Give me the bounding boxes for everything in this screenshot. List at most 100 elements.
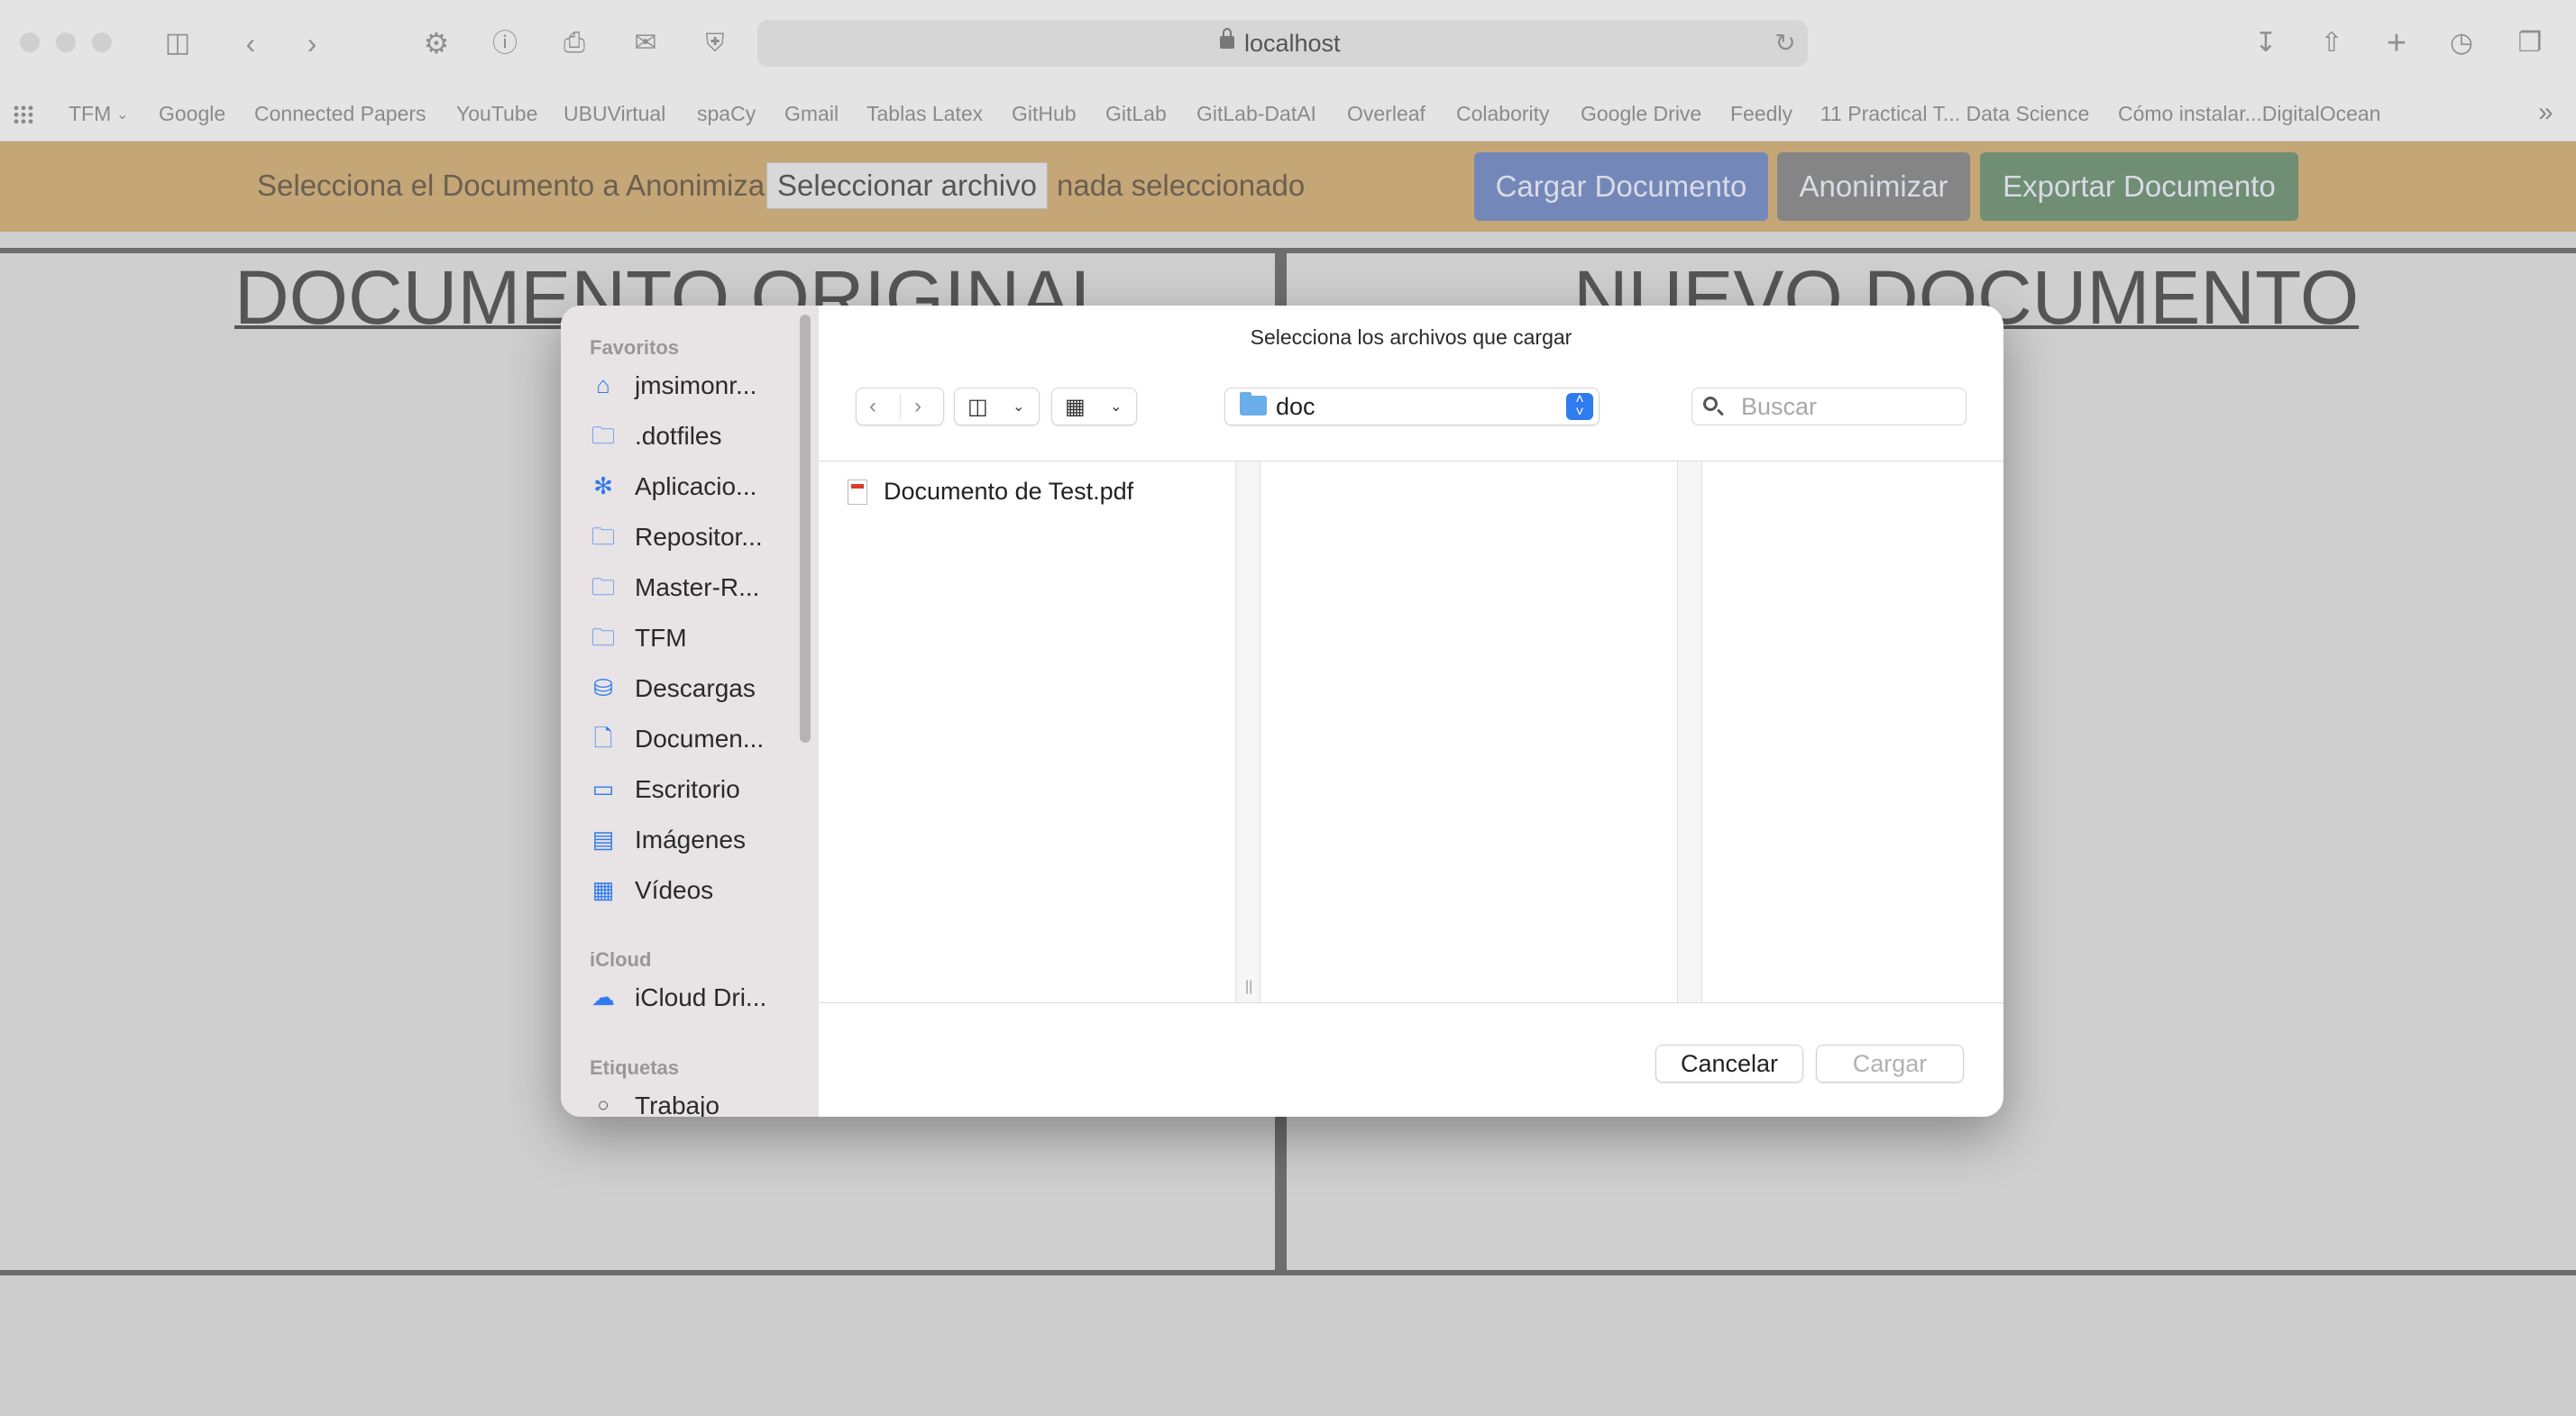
sidebar-item-label: Escritorio xyxy=(635,775,740,803)
search-placeholder: Buscar xyxy=(1741,393,1818,420)
sidebar-item-icloud-drive[interactable]: ☁ iCloud Dri... xyxy=(590,977,797,1017)
info-icon[interactable]: ⓘ xyxy=(487,25,523,61)
cancel-button[interactable]: Cancelar xyxy=(1655,1045,1803,1083)
film-icon: ▦ xyxy=(591,876,615,903)
bookmark-youtube[interactable]: YouTube xyxy=(456,102,537,126)
folder-icon xyxy=(1240,392,1267,416)
group-by-button[interactable]: ▦ ⌄ xyxy=(1051,388,1137,425)
search-icon xyxy=(1703,397,1718,411)
settings-gear-icon[interactable]: ⚙ xyxy=(418,25,454,61)
sidebar-item-desktop[interactable]: ▭ Escritorio xyxy=(590,769,797,808)
file-name: Documento de Test.pdf xyxy=(884,478,1134,505)
bookmark-digitalocean[interactable]: Cómo instalar...DigitalOcean xyxy=(2118,102,2380,126)
bookmark-gitlab[interactable]: GitLab xyxy=(1105,102,1167,126)
bookmark-overleaf[interactable]: Overleaf xyxy=(1347,102,1426,126)
bookmark-tablas-latex[interactable]: Tablas Latex xyxy=(866,102,983,126)
bookmark-gitlab-datai[interactable]: GitLab-DatAI xyxy=(1196,102,1316,126)
view-mode-button[interactable]: ◫ ⌄ xyxy=(954,388,1040,425)
resize-grip-icon: || xyxy=(1245,979,1253,994)
print-icon[interactable]: ⎙ xyxy=(556,25,592,61)
folder-icon: 🗀 xyxy=(591,422,615,449)
bookmark-tfm[interactable]: TFM xyxy=(69,102,111,126)
more-bookmarks-icon[interactable]: » xyxy=(2538,97,2553,128)
sidebar-toggle-icon[interactable]: ◫ xyxy=(160,25,196,61)
tab-overview-icon[interactable]: ❐ xyxy=(2512,25,2548,61)
select-document-label: Selecciona el Documento a Anonimizar xyxy=(257,169,775,202)
reload-icon[interactable]: ↻ xyxy=(1767,25,1803,61)
applications-icon: ✻ xyxy=(593,472,613,499)
desktop-icon: ▭ xyxy=(591,775,615,802)
sidebar-item-documents[interactable]: 🗋 Documen... xyxy=(590,718,797,758)
column-resize-handle[interactable]: || xyxy=(1235,461,1260,1002)
nav-back-forward: ‹ › xyxy=(856,388,944,425)
minimize-window-button[interactable] xyxy=(56,32,76,52)
forward-icon[interactable]: › xyxy=(914,394,921,419)
chevron-down-icon[interactable]: ⌄ xyxy=(116,105,128,123)
home-icon: ⌂ xyxy=(596,371,610,398)
new-tab-icon[interactable]: + xyxy=(2379,25,2415,61)
column-separator[interactable] xyxy=(1677,461,1702,1002)
location-popup[interactable]: doc ˄ ˅ xyxy=(1224,388,1600,425)
sidebar-item-applications[interactable]: ✻ Aplicacio... xyxy=(590,466,797,506)
load-document-button[interactable]: Cargar Documento xyxy=(1474,152,1768,221)
file-list-item[interactable]: Documento de Test.pdf xyxy=(848,477,1235,511)
choose-file-button[interactable]: Seleccionar archivo xyxy=(766,162,1048,209)
file-status-text: nada seleccionado xyxy=(1057,169,1306,202)
url-text: localhost xyxy=(1244,30,1341,57)
back-icon[interactable]: ‹ xyxy=(869,394,876,419)
sidebar-item-label: Imágenes xyxy=(635,826,746,854)
bookmark-feedly[interactable]: Feedly xyxy=(1730,102,1792,126)
sidebar-item-label: Vídeos xyxy=(635,876,714,904)
sidebar-item-tag-trabajo[interactable]: ○ Trabajo xyxy=(590,1085,797,1117)
sidebar-item-master[interactable]: 🗀 Master-R... xyxy=(590,567,797,607)
document-icon: 🗋 xyxy=(593,725,613,752)
apps-grid-icon[interactable] xyxy=(13,105,34,124)
zoom-window-button[interactable] xyxy=(92,32,112,52)
sidebar-item-repositories[interactable]: 🗀 Repositor... xyxy=(590,516,797,556)
bookmark-ubuvirtual[interactable]: UBUVirtual xyxy=(564,102,665,126)
columns-view-icon: ◫ xyxy=(967,395,988,419)
favorites-header: Favoritos xyxy=(590,336,680,359)
search-input[interactable]: Buscar xyxy=(1691,388,1966,425)
bookmark-spacy[interactable]: spaCy xyxy=(697,102,756,126)
sidebar-scrollbar[interactable] xyxy=(800,315,811,743)
sidebar-item-label: iCloud Dri... xyxy=(635,983,767,1011)
export-document-button[interactable]: Exportar Documento xyxy=(1980,152,2298,221)
bookmark-google[interactable]: Google xyxy=(159,102,225,126)
bookmark-colabority[interactable]: Colabority xyxy=(1456,102,1550,126)
bookmark-practical-data-science[interactable]: 11 Practical T... Data Science xyxy=(1820,102,2089,126)
sidebar-item-label: Descargas xyxy=(635,674,756,702)
bookmark-connected-papers[interactable]: Connected Papers xyxy=(254,102,426,126)
sidebar-item-dotfiles[interactable]: 🗀 .dotfiles xyxy=(590,416,797,455)
forward-icon[interactable]: › xyxy=(294,25,330,61)
shield-icon[interactable]: ⛨ xyxy=(697,25,733,61)
folder-icon: 🗀 xyxy=(591,573,615,600)
grid-icon: ▦ xyxy=(1065,395,1086,419)
back-icon[interactable]: ‹ xyxy=(233,25,269,61)
bookmark-github[interactable]: GitHub xyxy=(1012,102,1077,126)
history-icon[interactable]: ◷ xyxy=(2443,25,2480,61)
sidebar-item-label: Repositor... xyxy=(635,523,763,551)
sidebar-item-tfm[interactable]: 🗀 TFM xyxy=(590,617,797,657)
sidebar-item-downloads[interactable]: ⛁ Descargas xyxy=(590,668,797,708)
close-window-button[interactable] xyxy=(20,32,40,52)
share-icon[interactable]: ⇧ xyxy=(2314,25,2350,61)
downloads-icon[interactable]: ↧ xyxy=(2248,25,2284,61)
current-folder-name: doc xyxy=(1276,393,1316,420)
sidebar-item-home[interactable]: ⌂ jmsimonr... xyxy=(590,365,797,405)
cloud-icon: ☁ xyxy=(591,983,615,1010)
page-footer-area xyxy=(0,1275,2576,1416)
browser-columns-bottom-border xyxy=(819,1002,2003,1003)
sidebar-item-videos[interactable]: ▦ Vídeos xyxy=(590,870,797,909)
bookmark-google-drive[interactable]: Google Drive xyxy=(1581,102,1701,126)
anonymize-button[interactable]: Anonimizar xyxy=(1777,152,1970,221)
bookmark-gmail[interactable]: Gmail xyxy=(784,102,839,126)
sidebar-item-images[interactable]: ▤ Imágenes xyxy=(590,819,797,859)
lock-icon xyxy=(1220,28,1234,49)
mail-icon[interactable]: ✉ xyxy=(628,25,664,61)
file-open-dialog: Favoritos ⌂ jmsimonr... 🗀 .dotfiles ✻ Ap… xyxy=(561,306,2003,1117)
folder-icon: 🗀 xyxy=(591,624,615,651)
sidebar-item-label: Trabajo xyxy=(635,1092,720,1117)
load-button[interactable]: Cargar xyxy=(1816,1045,1964,1083)
sidebar-item-label: Aplicacio... xyxy=(635,472,757,500)
